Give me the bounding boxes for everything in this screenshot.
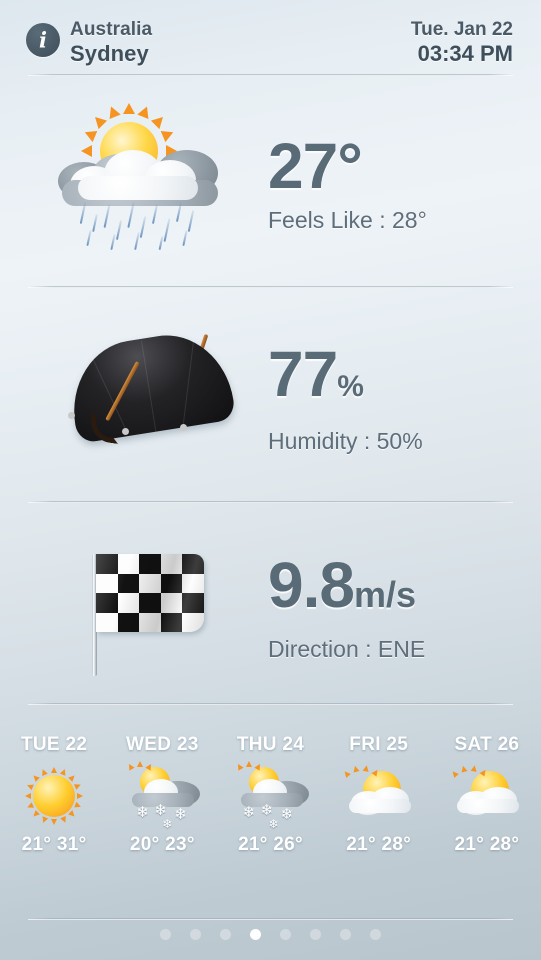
- sun-cloud-snow-icon: ❄ ❄ ❄ ❄: [108, 761, 216, 831]
- page-dot-6[interactable]: [340, 929, 351, 940]
- forecast-day-temps: 21° 28°: [454, 834, 520, 855]
- humidity-icon-area: [0, 316, 250, 481]
- forecast-day-2[interactable]: THU 24 ❄ ❄ ❄ ❄ 21° 26°: [216, 733, 324, 883]
- humidity-unit: %: [337, 370, 364, 403]
- wind-unit: m/s: [353, 574, 417, 615]
- page-dot-1[interactable]: [190, 929, 201, 940]
- forecast-day-0[interactable]: TUE 22 21° 31°: [0, 733, 108, 883]
- wind-values: 9.8m/s Direction : ENE: [250, 552, 541, 664]
- header-time: 03:34 PM: [417, 41, 513, 66]
- forecast-day-temps: 21° 28°: [346, 834, 412, 855]
- forecast-day-label: THU 24: [236, 734, 305, 755]
- header-date: Tue. Jan 22: [410, 19, 513, 40]
- flag-cloth: [96, 554, 204, 632]
- page-dot-2[interactable]: [220, 929, 231, 940]
- header-bar: i Australia Sydney Tue. Jan 22 03:34 PM: [0, 0, 541, 76]
- divider-1: [28, 286, 513, 288]
- divider-header: [28, 74, 513, 76]
- humidity-value-line: 77%: [268, 341, 541, 420]
- location-city: Sydney: [70, 41, 149, 66]
- forecast-day-1[interactable]: WED 23 ❄ ❄ ❄ ❄ 20° 23°: [108, 733, 216, 883]
- umbrella-canopy: [63, 326, 237, 444]
- wind-value: 9.8: [268, 549, 355, 621]
- sun-icon: [0, 763, 108, 829]
- page-dot-7[interactable]: [370, 929, 381, 940]
- location-block[interactable]: Australia Sydney: [70, 19, 152, 67]
- page-dot-4[interactable]: [280, 929, 291, 940]
- sun-behind-cloud-icon: [325, 763, 433, 829]
- humidity-values: 77% Humidity : 50%: [250, 341, 541, 456]
- info-icon-glyph: i: [39, 27, 47, 53]
- forecast-day-temps: 20° 23°: [129, 834, 195, 855]
- forecast-day-temps: 21° 26°: [238, 834, 303, 855]
- page-dot-3[interactable]: [250, 929, 261, 940]
- forecast-day-4[interactable]: SAT 26 21° 28°: [433, 733, 541, 883]
- checkered-flag-icon: [72, 536, 242, 676]
- page-indicator[interactable]: [0, 929, 541, 940]
- sun-cloud-snow-icon: ❄ ❄ ❄ ❄: [216, 761, 324, 831]
- forecast-day-label: FRI 25: [349, 734, 409, 755]
- sun-behind-rain-cloud-icon: [52, 103, 232, 255]
- metric-row-wind: 9.8m/s Direction : ENE: [0, 528, 541, 688]
- wind-direction-label: Direction : ENE: [268, 636, 426, 662]
- temperature-values: 27° Feels Like : 28°: [250, 133, 541, 235]
- forecast-strip: TUE 22 21° 31° WED 23 ❄ ❄ ❄ ❄ 20° 23° TH…: [0, 733, 541, 883]
- sun-behind-cloud-icon: [433, 763, 541, 829]
- wind-value-line: 9.8m/s: [268, 552, 541, 628]
- humidity-label: Humidity : 50%: [268, 428, 423, 454]
- info-icon[interactable]: i: [26, 23, 60, 57]
- divider-4: [28, 918, 513, 920]
- wind-icon-area: [0, 528, 250, 688]
- forecast-day-3[interactable]: FRI 25 21° 28°: [325, 733, 433, 883]
- forecast-day-temps: 21° 31°: [21, 834, 87, 855]
- flag-shading: [96, 554, 204, 632]
- umbrella-icon: [62, 324, 242, 449]
- location-country: Australia: [70, 19, 153, 40]
- temperature-value: 27°: [268, 129, 363, 202]
- forecast-day-label: TUE 22: [20, 734, 88, 755]
- forecast-day-label: SAT 26: [454, 734, 520, 755]
- divider-3: [28, 703, 513, 705]
- datetime-block: Tue. Jan 22 03:34 PM: [411, 19, 513, 67]
- metric-row-temperature: 27° Feels Like : 28°: [0, 96, 541, 271]
- feels-like-label: Feels Like : 28°: [268, 206, 427, 233]
- page-dot-5[interactable]: [310, 929, 321, 940]
- temperature-icon-area: [0, 96, 250, 271]
- humidity-value: 77: [268, 338, 338, 410]
- page-dot-0[interactable]: [160, 929, 171, 940]
- forecast-day-label: WED 23: [126, 734, 199, 755]
- metric-row-humidity: 77% Humidity : 50%: [0, 316, 541, 481]
- divider-2: [28, 501, 513, 503]
